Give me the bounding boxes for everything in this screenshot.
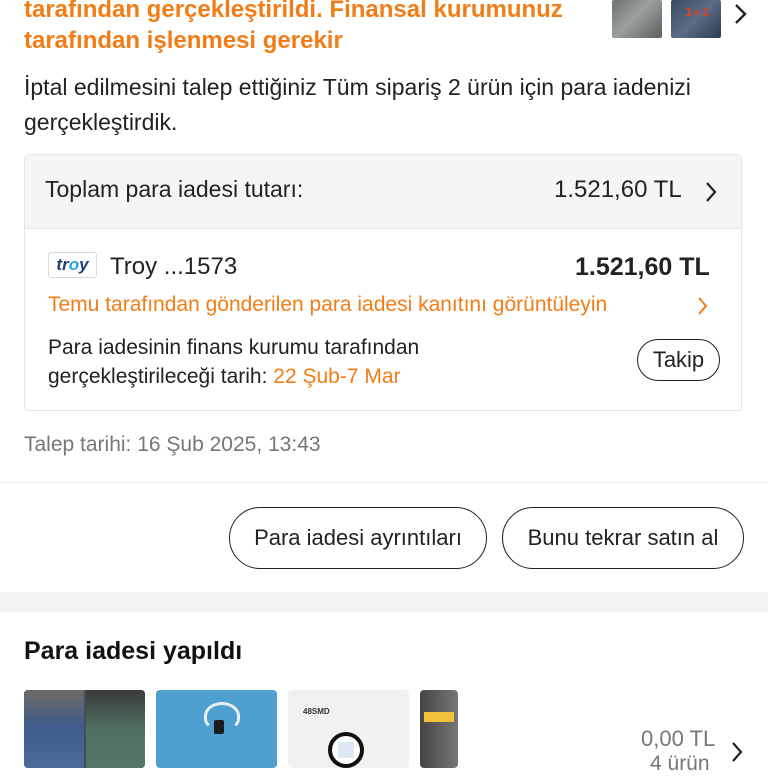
product-image-shorts[interactable]	[24, 690, 145, 768]
refunded-summary-count: 4 ürün	[650, 752, 710, 775]
refund-notice-title: tarafından gerçekleştirildi. Finansal ku…	[24, 0, 563, 54]
divider	[0, 482, 768, 483]
bank-processing-info: Para iadesinin finans kurumu tarafından …	[48, 333, 568, 391]
payment-method-name: Troy ...1573	[110, 253, 238, 280]
product-image-partial[interactable]	[420, 690, 458, 768]
section-separator	[0, 592, 768, 612]
refund-total-label: Toplam para iadesi tutarı:	[45, 176, 304, 202]
chevron-right-icon[interactable]	[731, 741, 743, 763]
track-refund-button[interactable]: Takip	[637, 339, 720, 381]
refund-details-button[interactable]: Para iadesi ayrıntıları	[229, 507, 487, 569]
product-image-led-bulb[interactable]: 48SMD	[288, 690, 409, 768]
bank-processing-date: 22 Şub-7 Mar	[273, 365, 401, 388]
product-thumbnail[interactable]: 1+1	[671, 0, 721, 38]
refund-description: İptal edilmesini talep ettiğiniz Tüm sip…	[24, 74, 691, 135]
refund-total-value[interactable]: 1.521,60 TL	[554, 176, 682, 204]
troy-card-icon: troy	[48, 252, 97, 278]
chevron-right-icon[interactable]	[733, 2, 749, 26]
request-date: Talep tarihi: 16 Şub 2025, 13:43	[24, 433, 321, 456]
refunded-section-title: Para iadesi yapıldı	[24, 637, 243, 665]
chevron-right-icon[interactable]	[705, 181, 717, 203]
product-label: 48SMD	[303, 707, 330, 716]
payment-refund-amount: 1.521,60 TL	[575, 253, 710, 281]
thumbnail-badge: 1+1	[685, 6, 710, 19]
refunded-summary-price: 0,00 TL	[641, 726, 716, 751]
product-image-charger[interactable]	[156, 690, 277, 768]
buy-again-button[interactable]: Bunu tekrar satın al	[502, 507, 744, 569]
refund-proof-link[interactable]: Temu tarafından gönderilen para iadesi k…	[48, 293, 607, 317]
product-thumbnail[interactable]	[612, 0, 662, 38]
chevron-right-icon[interactable]	[697, 296, 708, 316]
